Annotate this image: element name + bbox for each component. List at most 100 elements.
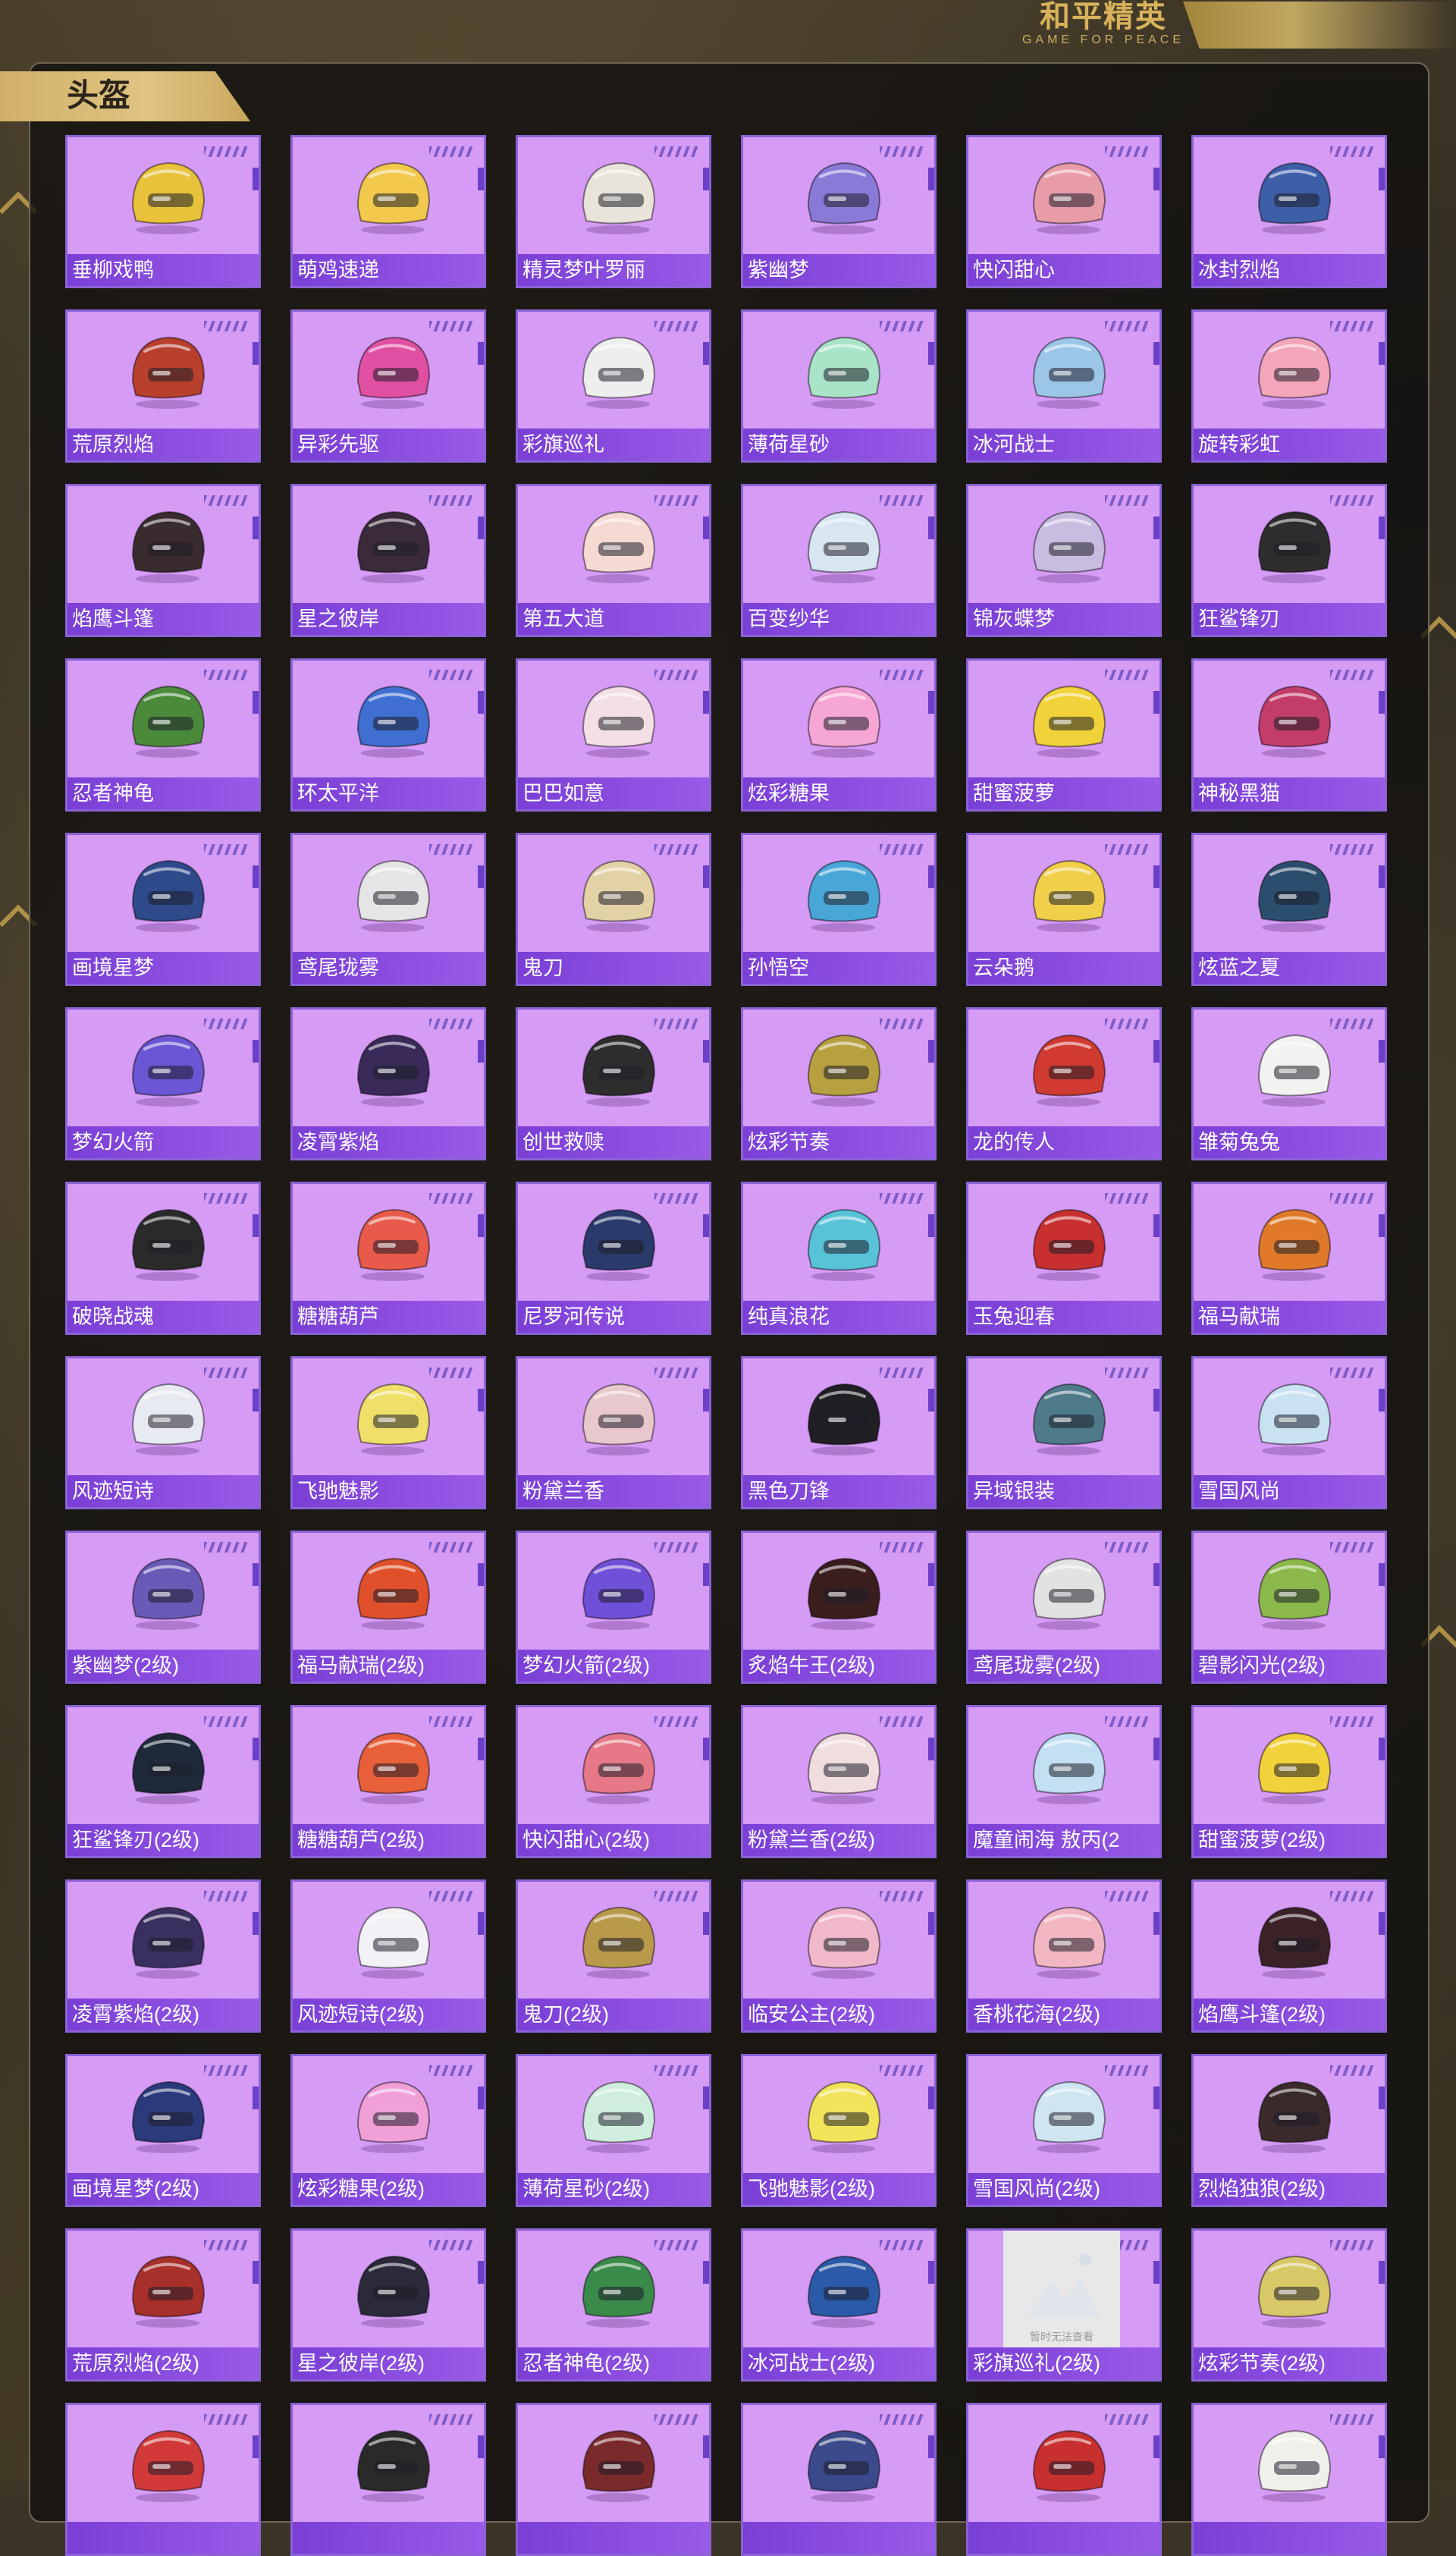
helmet-card[interactable] <box>516 2403 711 2556</box>
helmet-card[interactable]: 锦灰蝶梦 <box>966 484 1162 637</box>
helmet-icon <box>807 859 881 932</box>
helmet-card[interactable]: 异彩先驱 <box>290 309 486 463</box>
helmet-card[interactable]: 星之彼岸 <box>290 484 486 637</box>
helmet-card[interactable]: 孙悟空 <box>741 833 937 986</box>
helmet-card[interactable]: 龙的传人 <box>966 1007 1162 1160</box>
helmet-card[interactable]: 临安公主(2级) <box>741 1879 937 2033</box>
helmet-card[interactable]: 烈焰独狼(2级) <box>1191 2054 1387 2207</box>
helmet-card[interactable]: 鬼刀 <box>516 833 711 986</box>
helmet-card[interactable]: 凌霄紫焰(2级) <box>65 1879 261 2033</box>
helmet-card[interactable]: 鬼刀(2级) <box>516 1879 711 2033</box>
helmet-card[interactable]: 碧影闪光(2级) <box>1191 1531 1387 1684</box>
helmet-name-label: 鬼刀(2级) <box>518 1999 709 2030</box>
helmet-card[interactable]: 星之彼岸(2级) <box>290 2228 486 2382</box>
helmet-card[interactable]: 快闪甜心 <box>966 135 1162 288</box>
helmet-card[interactable]: 百变纱华 <box>741 484 937 637</box>
helmet-card[interactable]: 鸢尾珑雾 <box>290 833 486 986</box>
helmet-name-label: 忍者神龟(2级) <box>518 2347 709 2379</box>
helmet-card[interactable] <box>741 2403 937 2556</box>
helmet-name-label: 炫彩节奏(2级) <box>1194 2347 1385 2379</box>
helmet-card[interactable]: 紫幽梦(2级) <box>65 1531 261 1684</box>
helmet-card[interactable]: 福马献瑞 <box>1191 1182 1387 1335</box>
helmet-card[interactable]: 萌鸡速递 <box>290 135 486 288</box>
helmet-card[interactable]: 尼罗河传说 <box>516 1182 711 1335</box>
helmet-card[interactable]: 雪国风尚(2级) <box>966 2054 1162 2207</box>
helmet-icon <box>356 1208 431 1281</box>
helmet-card[interactable]: 薄荷星砂 <box>741 309 937 463</box>
helmet-card[interactable]: 糖糖葫芦 <box>290 1182 486 1335</box>
helmet-card[interactable]: 风迹短诗(2级) <box>290 1879 486 2033</box>
helmet-card[interactable]: 旋转彩虹 <box>1191 309 1387 463</box>
helmet-card[interactable]: 凌霄紫焰 <box>290 1007 486 1160</box>
helmet-card[interactable]: 魔童闹海 敖丙(2 <box>966 1705 1162 1858</box>
helmet-card[interactable]: 冰封烈焰 <box>1191 135 1387 288</box>
helmet-icon <box>582 1208 656 1281</box>
helmet-card[interactable]: 环太平洋 <box>290 658 486 812</box>
helmet-card[interactable]: 紫幽梦 <box>741 135 937 288</box>
helmet-card[interactable]: 狂鲨锋刃 <box>1191 484 1387 637</box>
helmet-card[interactable]: 精灵梦叶罗丽 <box>516 135 711 288</box>
helmet-card[interactable]: 纯真浪花 <box>741 1182 937 1335</box>
helmet-card[interactable]: 梦幻火箭 <box>65 1007 261 1160</box>
helmet-card[interactable]: 忍者神龟(2级) <box>516 2228 711 2382</box>
helmet-icon <box>131 336 206 409</box>
helmet-card[interactable]: 第五大道 <box>516 484 711 637</box>
helmet-card[interactable]: 炫彩节奏 <box>741 1007 937 1160</box>
helmet-card[interactable]: 炫彩糖果 <box>741 658 937 812</box>
helmet-card[interactable] <box>1191 2403 1387 2556</box>
helmet-card[interactable]: 彩旗巡礼 <box>516 309 711 463</box>
helmet-card[interactable]: 玉兔迎春 <box>966 1182 1162 1335</box>
helmet-card[interactable]: 狂鲨锋刃(2级) <box>65 1705 261 1858</box>
helmet-card[interactable]: 画境星梦 <box>65 833 261 986</box>
helmet-card[interactable]: 快闪甜心(2级) <box>516 1705 711 1858</box>
helmet-card[interactable]: 冰河战士(2级) <box>741 2228 937 2382</box>
helmet-card[interactable]: 风迹短诗 <box>65 1356 261 1509</box>
helmet-card[interactable]: 炫彩糖果(2级) <box>290 2054 486 2207</box>
helmet-card[interactable]: 焰鹰斗篷(2级) <box>1191 1879 1387 2033</box>
helmet-card[interactable]: 炫彩节奏(2级) <box>1191 2228 1387 2382</box>
helmet-icon <box>1257 2429 1332 2502</box>
helmet-card[interactable]: 暂时无法查看 彩旗巡礼(2级) <box>966 2228 1162 2382</box>
helmet-card[interactable]: 薄荷星砂(2级) <box>516 2054 711 2207</box>
helmet-card[interactable]: 香桃花海(2级) <box>966 1879 1162 2033</box>
helmet-card[interactable]: 雏菊兔兔 <box>1191 1007 1387 1160</box>
helmet-name-label: 忍者神龟 <box>67 777 259 809</box>
helmet-card[interactable]: 云朵鹅 <box>966 833 1162 986</box>
helmet-name-label: 孙悟空 <box>743 952 934 984</box>
helmet-card[interactable]: 黑色刀锋 <box>741 1356 937 1509</box>
helmet-card[interactable]: 粉黛兰香 <box>516 1356 711 1509</box>
helmet-card[interactable]: 甜蜜菠萝(2级) <box>1191 1705 1387 1858</box>
helmet-card[interactable]: 垂柳戏鸭 <box>65 135 261 288</box>
helmet-card[interactable]: 福马献瑞(2级) <box>290 1531 486 1684</box>
helmet-card[interactable]: 画境星梦(2级) <box>65 2054 261 2207</box>
helmet-card[interactable]: 异域银装 <box>966 1356 1162 1509</box>
helmet-name-label: 凌霄紫焰(2级) <box>67 1999 259 2030</box>
helmet-card[interactable]: 粉黛兰香(2级) <box>741 1705 937 1858</box>
helmet-card[interactable]: 鸢尾珑雾(2级) <box>966 1531 1162 1684</box>
helmet-card[interactable]: 飞驰魅影(2级) <box>741 2054 937 2207</box>
helmet-card[interactable]: 炫蓝之夏 <box>1191 833 1387 986</box>
helmet-card[interactable]: 荒原烈焰(2级) <box>65 2228 261 2382</box>
helmet-card[interactable]: 巴巴如意 <box>516 658 711 812</box>
helmet-card[interactable]: 神秘黑猫 <box>1191 658 1387 812</box>
helmet-name-label: 萌鸡速递 <box>293 254 484 286</box>
helmet-card[interactable] <box>65 2403 261 2556</box>
helmet-card[interactable]: 梦幻火箭(2级) <box>516 1531 711 1684</box>
helmet-card[interactable]: 破晓战魂 <box>65 1182 261 1335</box>
helmet-card[interactable]: 甜蜜菠萝 <box>966 658 1162 812</box>
helmet-name-label: 神秘黑猫 <box>1194 777 1385 809</box>
helmet-card[interactable]: 忍者神龟 <box>65 658 261 812</box>
helmet-card[interactable] <box>290 2403 486 2556</box>
helmet-card[interactable]: 创世救赎 <box>516 1007 711 1160</box>
helmet-card[interactable]: 糖糖葫芦(2级) <box>290 1705 486 1858</box>
helmet-card[interactable]: 雪国风尚 <box>1191 1356 1387 1509</box>
helmet-card[interactable]: 飞驰魅影 <box>290 1356 486 1509</box>
helmet-icon <box>1032 1208 1106 1281</box>
helmet-card[interactable]: 冰河战士 <box>966 309 1162 463</box>
helmet-card[interactable]: 焰鹰斗篷 <box>65 484 261 637</box>
helmet-card[interactable] <box>966 2403 1162 2556</box>
helmet-icon <box>356 1557 431 1630</box>
helmet-card[interactable]: 炙焰牛王(2级) <box>741 1531 937 1684</box>
helmet-name-label: 梦幻火箭 <box>67 1126 259 1158</box>
helmet-card[interactable]: 荒原烈焰 <box>65 309 261 463</box>
